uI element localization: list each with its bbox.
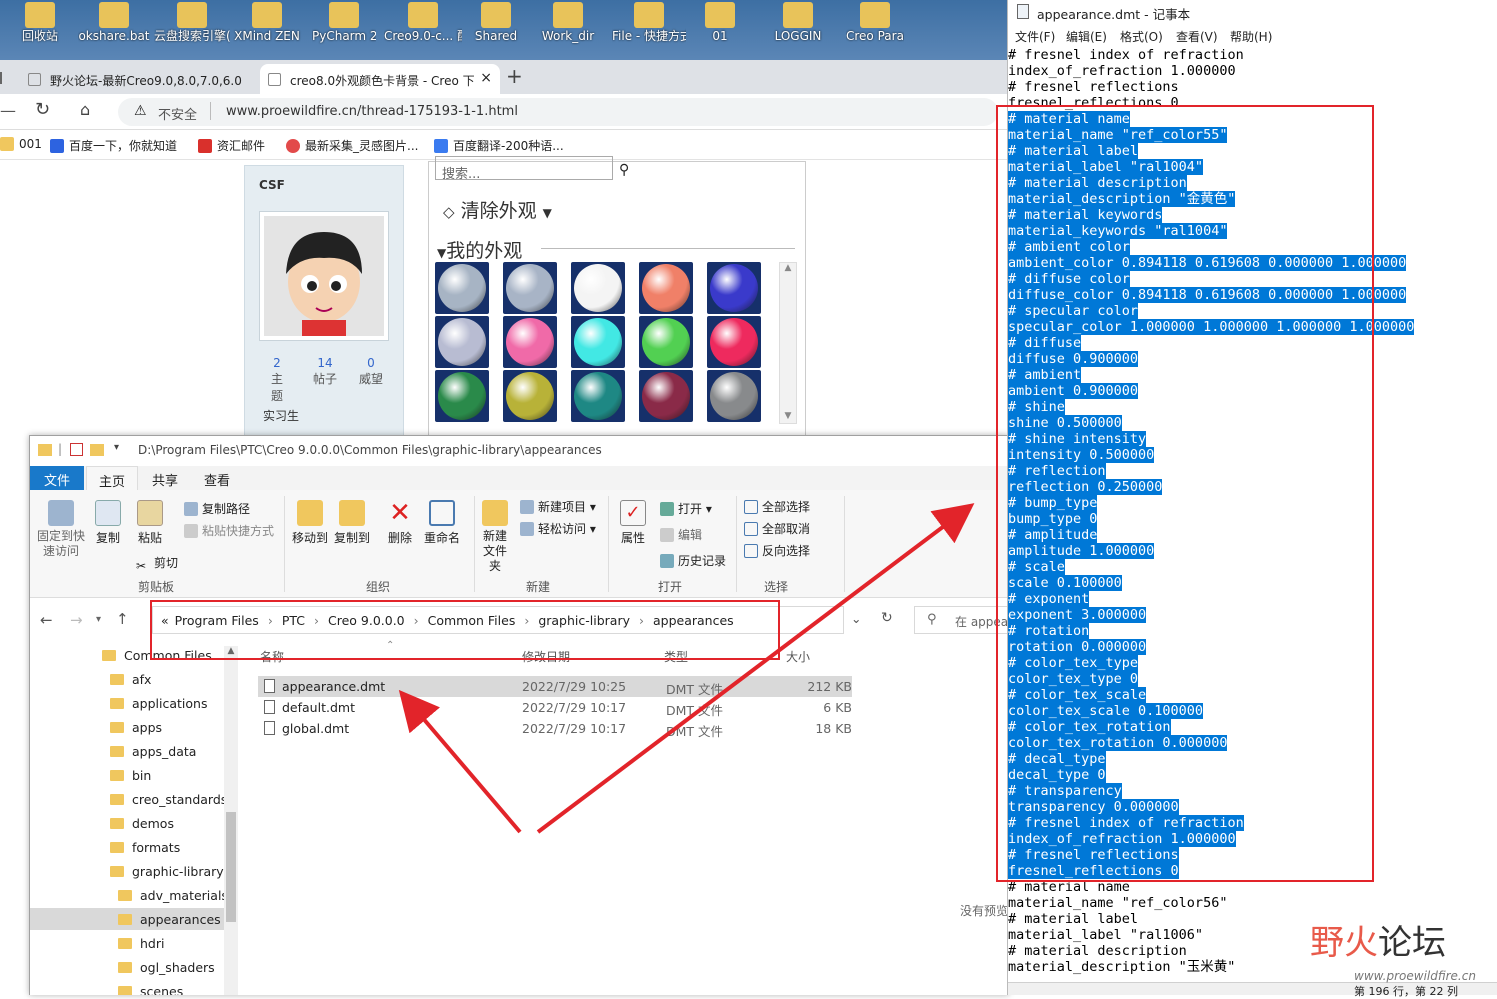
watermark-logo: 野火论坛 www.proewildfire.cn [1310,915,1490,985]
annotation-arrows [398,503,975,834]
watermark-brand: 野火论坛 [1310,923,1446,963]
watermark-site: www.proewildfire.cn [1354,969,1476,983]
